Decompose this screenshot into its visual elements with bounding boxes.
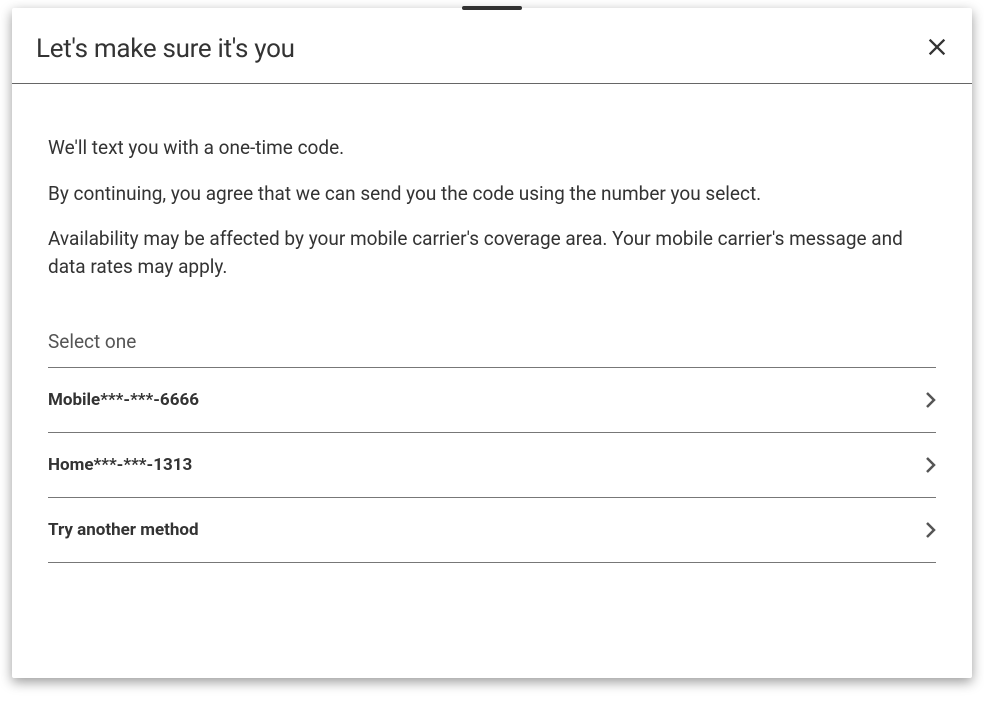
chevron-right-icon <box>925 456 936 474</box>
modal-title: Let's make sure it's you <box>36 34 295 64</box>
option-label: Try another method <box>48 520 199 540</box>
modal-header: Let's make sure it's you <box>12 8 972 84</box>
drag-handle[interactable] <box>462 6 522 10</box>
option-another-method[interactable]: Try another method <box>48 498 936 563</box>
select-label: Select one <box>48 330 936 368</box>
option-label: Mobile***-***-6666 <box>48 390 199 410</box>
chevron-right-icon <box>925 391 936 409</box>
modal-body: We'll text you with a one-time code. By … <box>12 84 972 593</box>
select-section: Select one Mobile***-***-6666 Home***-**… <box>48 330 936 563</box>
close-button[interactable] <box>922 32 952 65</box>
chevron-right-icon <box>925 521 936 539</box>
info-text-3: Availability may be affected by your mob… <box>48 225 936 280</box>
verification-modal: Let's make sure it's you We'll text you … <box>12 8 972 678</box>
option-home[interactable]: Home***-***-1313 <box>48 433 936 498</box>
option-label: Home***-***-1313 <box>48 455 192 475</box>
close-icon <box>926 36 948 61</box>
info-text-2: By continuing, you agree that we can sen… <box>48 180 936 208</box>
option-mobile[interactable]: Mobile***-***-6666 <box>48 368 936 433</box>
info-text-1: We'll text you with a one-time code. <box>48 134 936 162</box>
